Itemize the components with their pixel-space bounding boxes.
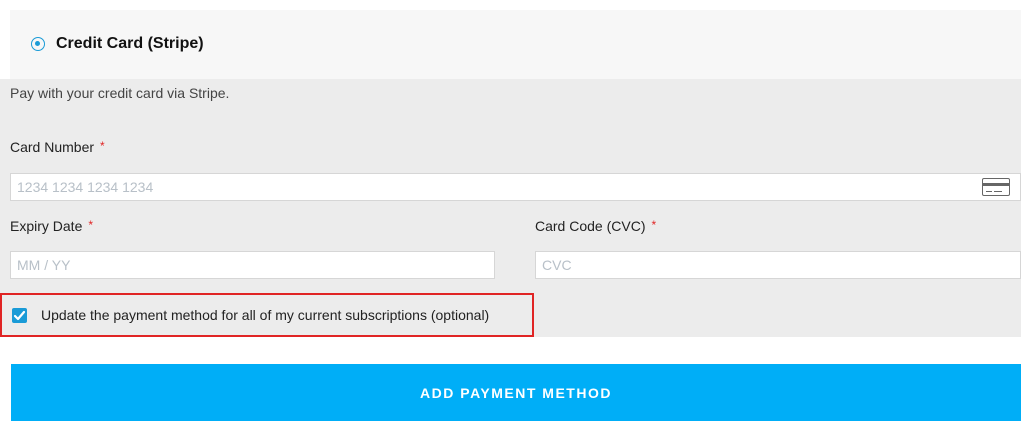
checkmark-icon <box>13 310 26 321</box>
card-number-label-text: Card Number <box>10 139 95 155</box>
expiry-date-field-wrapper <box>10 251 495 279</box>
payment-method-header[interactable]: Credit Card (Stripe) <box>10 10 1021 79</box>
required-mark: * <box>651 218 657 232</box>
card-number-label: Card Number * <box>10 139 105 155</box>
credit-card-icon <box>982 178 1010 196</box>
payment-method-description: Pay with your credit card via Stripe. <box>10 85 230 101</box>
radio-selected-dot <box>35 41 40 46</box>
cvc-field-wrapper <box>535 251 1021 279</box>
cvc-label: Card Code (CVC) * <box>535 218 656 234</box>
required-mark: * <box>100 139 105 153</box>
expiry-date-input[interactable] <box>11 252 494 278</box>
cvc-label-text: Card Code (CVC) <box>535 218 646 234</box>
card-number-input[interactable] <box>11 174 1020 200</box>
expiry-date-label-text: Expiry Date <box>10 218 83 234</box>
cvc-input[interactable] <box>536 252 1020 278</box>
payment-form-panel: Pay with your credit card via Stripe. Ca… <box>0 79 1021 337</box>
card-number-field-wrapper <box>10 173 1021 201</box>
update-subscriptions-checkbox[interactable] <box>12 308 27 323</box>
add-payment-method-button[interactable]: ADD PAYMENT METHOD <box>11 364 1021 421</box>
payment-method-radio[interactable] <box>31 37 45 51</box>
update-subscriptions-label[interactable]: Update the payment method for all of my … <box>41 307 489 323</box>
payment-method-title: Credit Card (Stripe) <box>56 35 204 52</box>
update-subscriptions-option: Update the payment method for all of my … <box>0 293 534 337</box>
expiry-date-label: Expiry Date * <box>10 218 93 234</box>
required-mark: * <box>88 218 94 232</box>
